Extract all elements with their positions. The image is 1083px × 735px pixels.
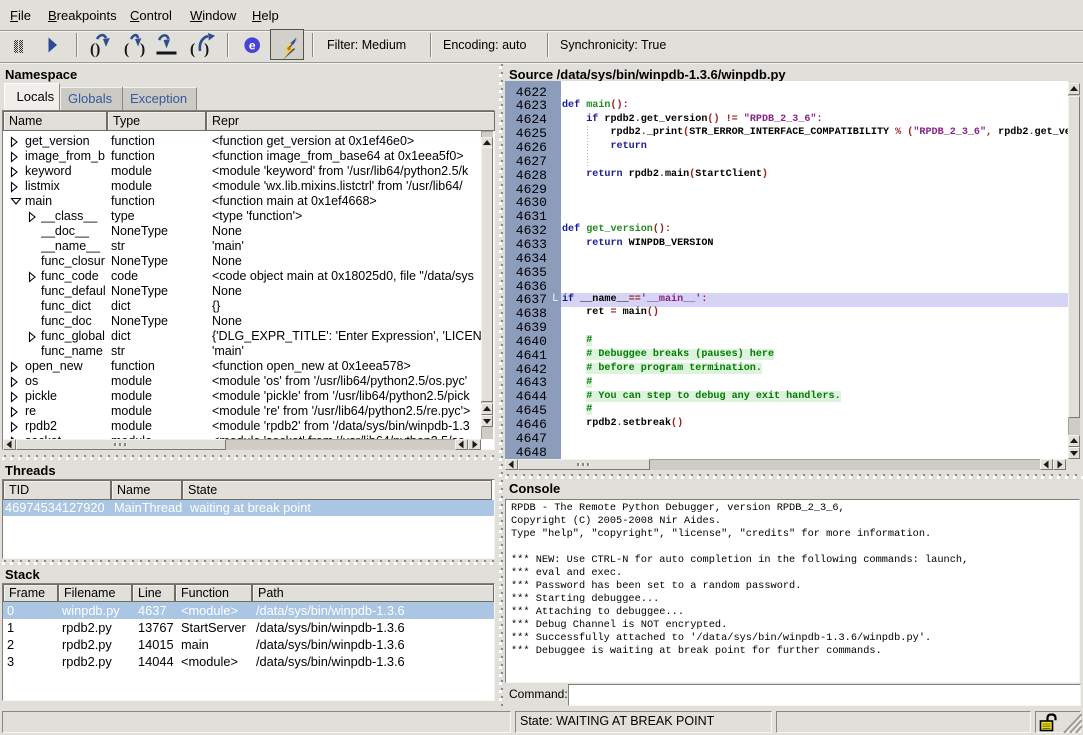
svg-text:e: e	[249, 39, 256, 53]
svg-text:): )	[140, 41, 145, 58]
svg-text:(: (	[124, 41, 129, 58]
svg-text:(: (	[190, 41, 195, 58]
svg-text:(): ()	[90, 41, 100, 58]
svg-text:): )	[204, 41, 209, 58]
